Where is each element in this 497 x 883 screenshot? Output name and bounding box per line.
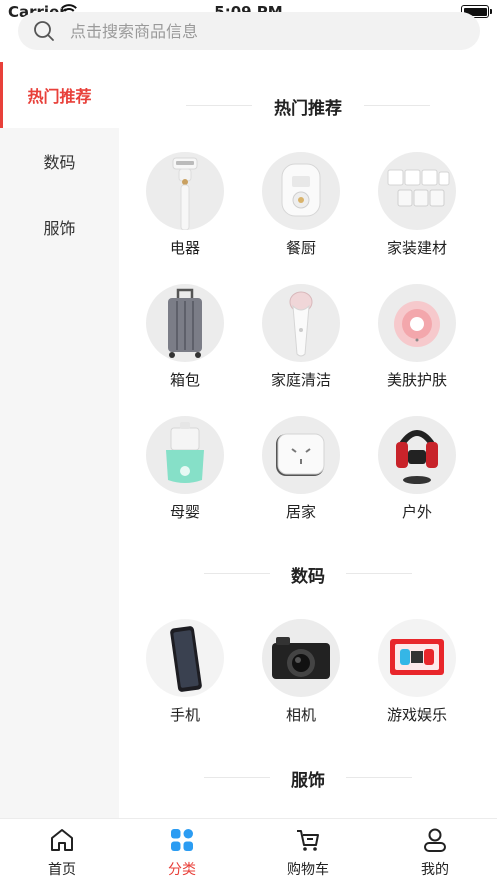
sidebar-item-hot[interactable]: 热门推荐 <box>0 62 119 128</box>
wall-switch-panel-icon <box>378 152 456 230</box>
category-item-label: 户外 <box>401 503 432 521</box>
category-item-mother-baby[interactable]: 母婴 <box>127 416 243 536</box>
tab-category[interactable]: 分类 <box>120 819 244 883</box>
sidebar-item-digital[interactable]: 数码 <box>0 128 119 194</box>
section-title: 数码 <box>291 567 325 587</box>
section-header-apparel: 服饰 <box>119 762 497 792</box>
tab-label: 购物车 <box>287 862 329 878</box>
tab-label: 首页 <box>48 862 76 878</box>
category-item-outdoor[interactable]: 户外 <box>359 416 475 536</box>
category-item-skincare[interactable]: 美肤护肤 <box>359 284 475 404</box>
sidebar-item-apparel[interactable]: 服饰 <box>0 194 119 260</box>
section-title: 热门推荐 <box>274 99 342 119</box>
category-sidebar: 热门推荐 数码 服饰 <box>0 62 119 818</box>
garment-steamer-icon <box>146 152 224 230</box>
tab-profile[interactable]: 我的 <box>373 819 497 883</box>
category-item-label: 居家 <box>285 503 316 521</box>
tab-label: 分类 <box>168 862 196 878</box>
power-socket-icon <box>262 416 340 494</box>
section-header-digital: 数码 <box>119 558 497 588</box>
category-item-label: 手机 <box>169 706 200 724</box>
category-item-appliances[interactable]: 电器 <box>127 152 243 272</box>
game-console-icon <box>378 619 456 697</box>
home-icon <box>51 829 73 851</box>
divider <box>346 777 412 778</box>
category-item-label: 母婴 <box>169 503 200 521</box>
suitcase-icon <box>146 284 224 362</box>
category-item-label: 相机 <box>285 706 316 724</box>
category-item-label: 箱包 <box>169 371 200 389</box>
fitness-gear-icon <box>378 416 456 494</box>
category-item-home-decor[interactable]: 家装建材 <box>359 152 475 272</box>
category-item-gaming[interactable]: 游戏娱乐 <box>359 619 475 739</box>
category-item-label: 游戏娱乐 <box>386 706 447 724</box>
category-item-label: 美肤护肤 <box>386 371 447 389</box>
user-icon <box>424 828 446 852</box>
sidebar-item-label: 服饰 <box>43 219 76 238</box>
category-item-luggage[interactable]: 箱包 <box>127 284 243 404</box>
category-item-label: 家装建材 <box>386 239 447 257</box>
bottle-sterilizer-icon <box>146 416 224 494</box>
section-header-hot: 热门推荐 <box>119 90 497 120</box>
face-cleanser-icon <box>262 284 340 362</box>
section-title: 服饰 <box>291 771 325 791</box>
search-icon <box>34 21 54 41</box>
sidebar-item-label: 热门推荐 <box>27 87 92 106</box>
category-item-home-living[interactable]: 居家 <box>243 416 359 536</box>
category-item-kitchen[interactable]: 餐厨 <box>243 152 359 272</box>
category-item-label: 家庭清洁 <box>270 371 331 389</box>
tab-label: 我的 <box>421 862 449 878</box>
divider <box>346 573 412 574</box>
tab-home[interactable]: 首页 <box>0 819 124 883</box>
category-content: 热门推荐 电器 餐厨 家装建材 箱包 家庭清洁 美肤护肤 母婴 居家 户外 数码… <box>119 62 497 818</box>
tab-cart[interactable]: 购物车 <box>246 819 370 883</box>
category-item-cameras[interactable]: 相机 <box>243 619 359 739</box>
rice-cooker-icon <box>262 152 340 230</box>
sidebar-item-label: 数码 <box>43 153 76 172</box>
camera-icon <box>262 619 340 697</box>
category-grid-icon <box>171 829 193 851</box>
bottom-tab-bar: 首页 分类 购物车 我的 <box>0 818 497 883</box>
category-item-phones[interactable]: 手机 <box>127 619 243 739</box>
category-item-label: 电器 <box>169 239 200 257</box>
divider <box>364 105 430 106</box>
beauty-device-icon <box>378 284 456 362</box>
shopping-cart-icon <box>297 830 319 851</box>
category-item-cleaning[interactable]: 家庭清洁 <box>243 284 359 404</box>
smartphone-icon <box>146 619 224 697</box>
search-input[interactable] <box>70 12 450 50</box>
category-item-label: 餐厨 <box>285 239 316 257</box>
search-bar[interactable] <box>18 12 480 50</box>
